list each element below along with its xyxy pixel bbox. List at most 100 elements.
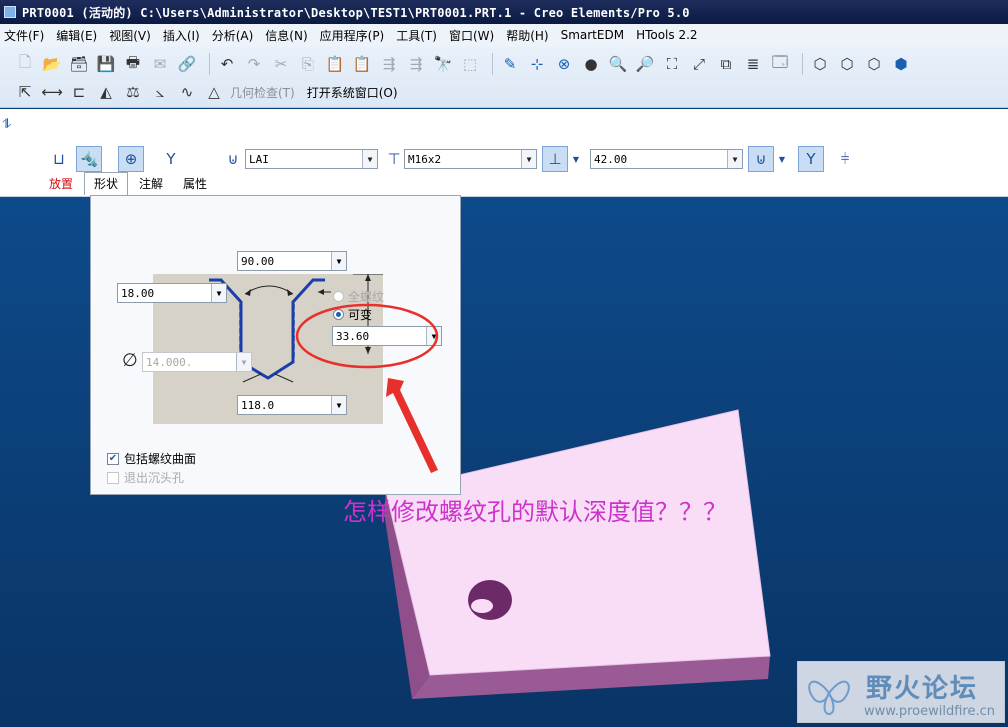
toolbar-separator <box>209 53 210 75</box>
copy-icon[interactable]: ⎘ <box>297 53 319 75</box>
menu-analysis[interactable]: 分析(A) <box>212 27 254 44</box>
open-system-window-button[interactable]: 打开系统窗口(O) <box>307 84 398 101</box>
chevron-down-icon[interactable]: ▼ <box>775 146 789 172</box>
drill-angle-select[interactable]: 118.0 ▼ <box>237 395 347 415</box>
send-mail-icon[interactable]: ✉ <box>149 53 171 75</box>
measure-angle-icon[interactable]: ⦣ <box>149 81 171 103</box>
layers-icon[interactable]: ≣ <box>742 53 764 75</box>
countersink-diameter-value: 18.00 <box>121 286 155 300</box>
chevron-down-icon[interactable]: ▼ <box>362 150 377 168</box>
undo-icon[interactable]: ↶ <box>216 53 238 75</box>
menu-htools[interactable]: HTools 2.2 <box>636 28 697 42</box>
counterbore-icon[interactable]: ⫩ <box>832 146 858 172</box>
menu-tools[interactable]: 工具(T) <box>396 27 437 44</box>
window-title: PRT0001 (活动的) C:\Users\Administrator\Des… <box>22 5 690 20</box>
angle-value: 90.00 <box>241 254 275 268</box>
depth-option-icon[interactable]: ⊍ <box>748 146 774 172</box>
chevron-down-icon[interactable]: ▼ <box>331 252 346 270</box>
chevron-down-icon[interactable]: ▼ <box>426 327 441 345</box>
regenerate-icon[interactable]: ⇶ <box>378 53 400 75</box>
angle-select[interactable]: 90.00 ▼ <box>237 251 347 271</box>
paste-icon[interactable]: 📋 <box>324 53 346 75</box>
thread-depth-value: 33.60 <box>336 329 370 343</box>
mass-properties-icon[interactable]: ⚖ <box>122 81 144 103</box>
paste-special-icon[interactable]: 📋 <box>351 53 373 75</box>
datum-plane-icon[interactable]: ⊹ <box>526 53 548 75</box>
help-context-icon[interactable]: ⇱ <box>14 81 36 103</box>
tapered-icon[interactable]: Y <box>158 146 184 172</box>
menu-help[interactable]: 帮助(H) <box>506 27 548 44</box>
open-file-icon[interactable]: 📂 <box>41 53 63 75</box>
include-thread-surface-checkbox[interactable]: ✔ 包括螺纹曲面 <box>107 450 196 467</box>
menu-applications[interactable]: 应用程序(P) <box>320 27 385 44</box>
menu-window[interactable]: 窗口(W) <box>449 27 494 44</box>
toolbar-separator <box>492 53 493 75</box>
measure-length-icon[interactable]: ⊏ <box>68 81 90 103</box>
title-bar: PRT0001 (活动的) C:\Users\Administrator\Des… <box>0 0 1008 24</box>
save-icon[interactable]: 💾 <box>95 53 117 75</box>
depth-value-select[interactable]: 42.00 ▼ <box>590 149 743 169</box>
screw-size-select[interactable]: M16x2 ▼ <box>404 149 537 169</box>
open-session-icon[interactable]: 🗃 <box>68 53 90 75</box>
zoom-in-icon[interactable]: 🔍 <box>607 53 629 75</box>
thread-depth-select[interactable]: 33.60 ▼ <box>332 326 442 346</box>
tab-properties[interactable]: 属性 <box>174 173 216 195</box>
cut-icon[interactable]: ✂ <box>270 53 292 75</box>
tab-shape[interactable]: 形状 <box>84 172 129 195</box>
print-icon[interactable]: 🖶 <box>122 53 144 75</box>
thread-standard-value: LAI <box>249 152 269 166</box>
full-thread-radio[interactable]: 全螺纹 <box>333 288 384 305</box>
select-box-icon[interactable]: ⬚ <box>459 53 481 75</box>
menu-file[interactable]: 文件(F) <box>4 27 44 44</box>
menu-bar: 文件(F) 编辑(E) 视图(V) 插入(I) 分析(A) 信息(N) 应用程序… <box>0 24 1008 46</box>
chevron-down-icon[interactable]: ▼ <box>727 150 742 168</box>
hidden-line-icon[interactable]: ⬡ <box>836 53 858 75</box>
refit-icon[interactable]: ⛶ <box>661 53 683 75</box>
threaded-hole[interactable] <box>468 580 512 620</box>
thread-standard-select[interactable]: LAI ▼ <box>245 149 378 169</box>
simple-hole-icon[interactable]: ⊔ <box>46 146 72 172</box>
chevron-down-icon[interactable]: ▼ <box>521 150 536 168</box>
reorient-icon[interactable]: ⤢ <box>688 53 710 75</box>
zoom-out-icon[interactable]: 🔎 <box>634 53 656 75</box>
menu-info[interactable]: 信息(N) <box>265 27 307 44</box>
view-manager-icon[interactable]: 🗔 <box>769 53 791 75</box>
find-icon[interactable]: 🔭 <box>432 53 454 75</box>
shaded-mode-icon[interactable]: ⬢ <box>890 53 912 75</box>
wireframe-icon[interactable]: ⬡ <box>809 53 831 75</box>
shading-icon[interactable]: ● <box>580 53 602 75</box>
saved-views-icon[interactable]: ⧉ <box>715 53 737 75</box>
regenerate-manager-icon[interactable]: ⇶ <box>405 53 427 75</box>
chevron-down-icon[interactable]: ▼ <box>331 396 346 414</box>
measure-area-icon[interactable]: ◭ <box>95 81 117 103</box>
draft-check-icon[interactable]: △ <box>203 81 225 103</box>
menu-view[interactable]: 视图(V) <box>109 27 151 44</box>
countersink-diameter-select[interactable]: 18.00 ▼ <box>117 283 227 303</box>
sketch-hole-icon[interactable]: ⊕ <box>118 146 144 172</box>
countersink-icon[interactable]: Y <box>798 146 824 172</box>
redo-icon[interactable]: ↷ <box>243 53 265 75</box>
tab-note[interactable]: 注解 <box>130 173 172 195</box>
measure-distance-icon[interactable]: ⟷ <box>41 81 63 103</box>
curvature-icon[interactable]: ∿ <box>176 81 198 103</box>
chevron-down-icon: ▼ <box>236 353 251 371</box>
geometry-check-button[interactable]: 几何检查(T) <box>230 84 295 101</box>
chevron-down-icon[interactable]: ▼ <box>211 284 226 302</box>
send-link-icon[interactable]: 🔗 <box>176 53 198 75</box>
menu-edit[interactable]: 编辑(E) <box>56 27 97 44</box>
chevron-down-icon[interactable]: ▼ <box>569 146 583 172</box>
standard-hole-icon[interactable]: 🔩 <box>76 146 102 172</box>
tab-placement[interactable]: 放置 <box>40 173 82 195</box>
checkmark-icon: ✔ <box>107 452 119 465</box>
datum-axis-icon[interactable]: ⊗ <box>553 53 575 75</box>
menu-insert[interactable]: 插入(I) <box>163 27 200 44</box>
exit-countersink-checkbox[interactable]: 退出沉头孔 <box>107 469 184 486</box>
sketch-icon[interactable]: ✎ <box>499 53 521 75</box>
menu-smartedm[interactable]: SmartEDM <box>561 28 624 42</box>
depth-blind-icon[interactable]: ⊥ <box>542 146 568 172</box>
forum-watermark: 野火论坛 www.proewildfire.cn <box>797 661 1005 723</box>
no-hidden-icon[interactable]: ⬡ <box>863 53 885 75</box>
variable-thread-radio[interactable]: 可变 <box>333 306 372 323</box>
new-file-icon[interactable]: 🗋 <box>14 53 36 75</box>
hole-feature-icon: ⥮ <box>2 117 12 132</box>
